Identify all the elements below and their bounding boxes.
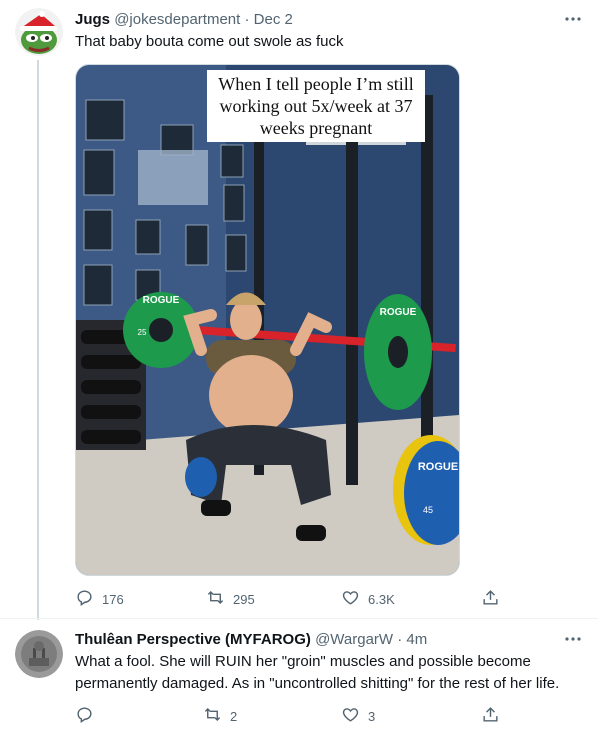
like-count: 6.3K <box>368 591 395 607</box>
plate-brand-blue: ROGUE <box>418 461 458 473</box>
author-name[interactable]: Jugs <box>75 11 110 28</box>
plate-weight-left: 25 <box>138 328 147 337</box>
reply-button[interactable]: 176 <box>75 588 124 610</box>
retweet-button[interactable]: 2 <box>203 705 237 727</box>
tweet-1[interactable]: Jugs @jokesdepartment · Dec 2 That baby … <box>0 0 598 620</box>
reply-count: 176 <box>102 591 124 607</box>
author-name[interactable]: Thulêan Perspective (MYFAROG) <box>75 631 311 648</box>
separator-dot: · <box>244 11 250 28</box>
thread-line <box>37 60 39 620</box>
retweet-count: 295 <box>233 591 255 607</box>
tweet-2[interactable]: Thulêan Perspective (MYFAROG) @WargarW ·… <box>0 619 598 730</box>
tweet-text: That baby bouta come out swole as fuck <box>75 33 344 50</box>
like-count: 3 <box>368 708 376 724</box>
share-icon <box>481 588 500 610</box>
avatar-jugs[interactable] <box>15 8 63 56</box>
separator-dot: · <box>397 631 403 648</box>
share-button[interactable] <box>481 588 500 610</box>
like-button[interactable]: 3 <box>341 705 375 727</box>
reply-button[interactable] <box>75 705 94 727</box>
tweet-header: Jugs @jokesdepartment · Dec 2 <box>75 10 293 30</box>
tweet-time[interactable]: Dec 2 <box>254 11 293 28</box>
heart-icon <box>341 588 360 610</box>
tweet-text-line-1: What a fool. She will RUIN her "groin" m… <box>75 653 531 670</box>
tweet-media[interactable]: ROGUE 25 ROGUE ROGUE 45 When I tell peop… <box>75 64 460 576</box>
avatar-thulean[interactable] <box>15 630 63 678</box>
more-icon[interactable] <box>564 10 582 33</box>
tweet-time[interactable]: 4m <box>406 631 427 648</box>
tweet-header: Thulêan Perspective (MYFAROG) @WargarW ·… <box>75 630 427 650</box>
plate-weight-blue: 45 <box>423 505 433 515</box>
share-button[interactable] <box>481 705 500 727</box>
tweet-text-line-2: permanently damaged. As in "uncontrolled… <box>75 675 560 692</box>
share-icon <box>481 705 500 727</box>
like-button[interactable]: 6.3K <box>341 588 395 610</box>
author-handle[interactable]: @WargarW <box>315 631 393 648</box>
author-handle[interactable]: @jokesdepartment <box>114 11 240 28</box>
retweet-button[interactable]: 295 <box>206 588 255 610</box>
retweet-icon <box>203 705 222 727</box>
heart-icon <box>341 705 360 727</box>
media-caption: When I tell people I’m still working out… <box>207 70 425 142</box>
plate-brand-right: ROGUE <box>380 307 417 318</box>
reply-icon <box>75 588 94 610</box>
retweet-count: 2 <box>230 708 238 724</box>
plate-brand-left: ROGUE <box>143 295 180 306</box>
retweet-icon <box>206 588 225 610</box>
reply-icon <box>75 705 94 727</box>
more-icon[interactable] <box>564 630 582 653</box>
